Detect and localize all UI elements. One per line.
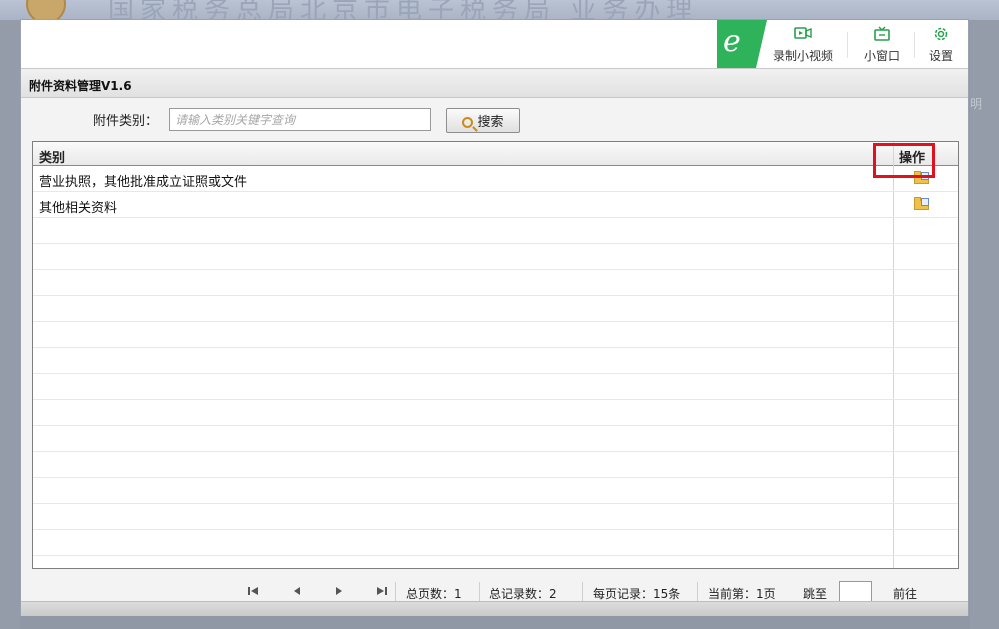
last-page-icon[interactable] bbox=[376, 585, 388, 597]
current-page: 当前第：1页 bbox=[708, 587, 776, 601]
folder-open-icon bbox=[914, 171, 929, 184]
dialog-title: 附件资料管理V1.6 bbox=[29, 79, 132, 93]
dialog-bottom-bar bbox=[21, 601, 968, 616]
gear-icon bbox=[921, 26, 961, 44]
empty-row bbox=[33, 478, 958, 504]
column-header-category: 类别 bbox=[39, 151, 66, 166]
background-edge-text: 明 bbox=[970, 97, 983, 111]
settings-label: 设置 bbox=[928, 49, 953, 63]
toolbar-divider bbox=[914, 32, 915, 58]
empty-row bbox=[33, 348, 958, 374]
column-header-action: 操作 bbox=[899, 151, 926, 166]
category-cell: 营业执照，其他批准成立证照或文件 bbox=[39, 175, 248, 190]
pager-divider bbox=[395, 582, 396, 602]
background-header: 国家税务总局北京市电子税务局 业务办理 bbox=[0, 0, 999, 20]
empty-row bbox=[33, 374, 958, 400]
empty-row bbox=[33, 322, 958, 348]
pager-divider bbox=[479, 582, 480, 602]
mini-window-button[interactable]: 小窗口 bbox=[857, 26, 907, 64]
folder-open-icon bbox=[914, 197, 929, 210]
open-attachment-button[interactable] bbox=[912, 170, 932, 187]
table-row[interactable]: 其他相关资料 bbox=[33, 192, 958, 218]
emblem-icon bbox=[26, 0, 66, 20]
empty-row bbox=[33, 244, 958, 270]
dialog-titlebar: 附件资料管理V1.6 bbox=[21, 68, 968, 98]
records-per-page: 每页记录：15条 bbox=[593, 587, 681, 601]
table-row[interactable]: 营业执照，其他批准成立证照或文件 bbox=[33, 166, 958, 192]
tv-icon bbox=[857, 26, 907, 44]
empty-row bbox=[33, 400, 958, 426]
background-title: 国家税务总局北京市电子税务局 业务办理 bbox=[108, 0, 699, 20]
empty-row bbox=[33, 556, 958, 568]
mini-window-label: 小窗口 bbox=[863, 49, 900, 63]
empty-row bbox=[33, 296, 958, 322]
next-page-icon[interactable] bbox=[333, 585, 345, 597]
empty-row bbox=[33, 452, 958, 478]
category-search-input[interactable] bbox=[169, 108, 431, 131]
table-body: 营业执照，其他批准成立证照或文件 其他相关资料 bbox=[33, 166, 958, 568]
go-button[interactable]: 前往 bbox=[893, 585, 917, 602]
jump-page-input[interactable] bbox=[839, 581, 872, 603]
record-video-label: 录制小视频 bbox=[772, 49, 833, 63]
empty-row bbox=[33, 530, 958, 556]
record-video-button[interactable]: 录制小视频 bbox=[771, 26, 835, 64]
category-cell: 其他相关资料 bbox=[39, 201, 118, 216]
open-attachment-button[interactable] bbox=[912, 196, 932, 213]
background-right-strip: 明 bbox=[970, 20, 999, 629]
empty-row bbox=[33, 426, 958, 452]
pager-divider bbox=[697, 582, 698, 602]
total-records: 总记录数：2 bbox=[489, 587, 557, 601]
top-toolbar: e 录制小视频 小窗口 设置 bbox=[21, 20, 968, 68]
search-label: 附件类别： bbox=[93, 114, 159, 129]
search-button-label: 搜索 bbox=[477, 115, 504, 130]
ie-logo-icon: e bbox=[723, 24, 741, 59]
prev-page-icon[interactable] bbox=[291, 585, 303, 597]
search-button[interactable]: 搜索 bbox=[446, 108, 520, 133]
ie-logo: e bbox=[717, 20, 767, 68]
background-left-strip bbox=[0, 20, 20, 629]
settings-button[interactable]: 设置 bbox=[921, 26, 961, 64]
jump-to-label: 跳至 bbox=[803, 587, 828, 601]
pagination-bar: 总页数：1 总记录数：2 每页记录：15条 当前第：1页 跳至 前往 bbox=[21, 579, 968, 603]
attachment-table: 类别 操作 营业执照，其他批准成立证照或文件 其他相关资料 bbox=[32, 141, 959, 569]
video-camera-icon bbox=[771, 26, 835, 44]
pager-divider bbox=[582, 582, 583, 602]
empty-row bbox=[33, 218, 958, 244]
attachment-dialog: e 录制小视频 小窗口 设置 附件资料管理V1.6 附件类别： 请输入类别关键字… bbox=[20, 19, 969, 616]
total-pages: 总页数：1 bbox=[406, 587, 462, 601]
search-icon bbox=[462, 117, 474, 128]
empty-row bbox=[33, 270, 958, 296]
toolbar-divider bbox=[847, 32, 848, 58]
first-page-icon[interactable] bbox=[247, 585, 259, 597]
dialog-content: 附件类别： 搜索 类别 操作 营业执照，其他批准成立证照或文件 其他相关资料 bbox=[21, 98, 968, 603]
table-header: 类别 操作 bbox=[33, 142, 958, 166]
empty-row bbox=[33, 504, 958, 530]
